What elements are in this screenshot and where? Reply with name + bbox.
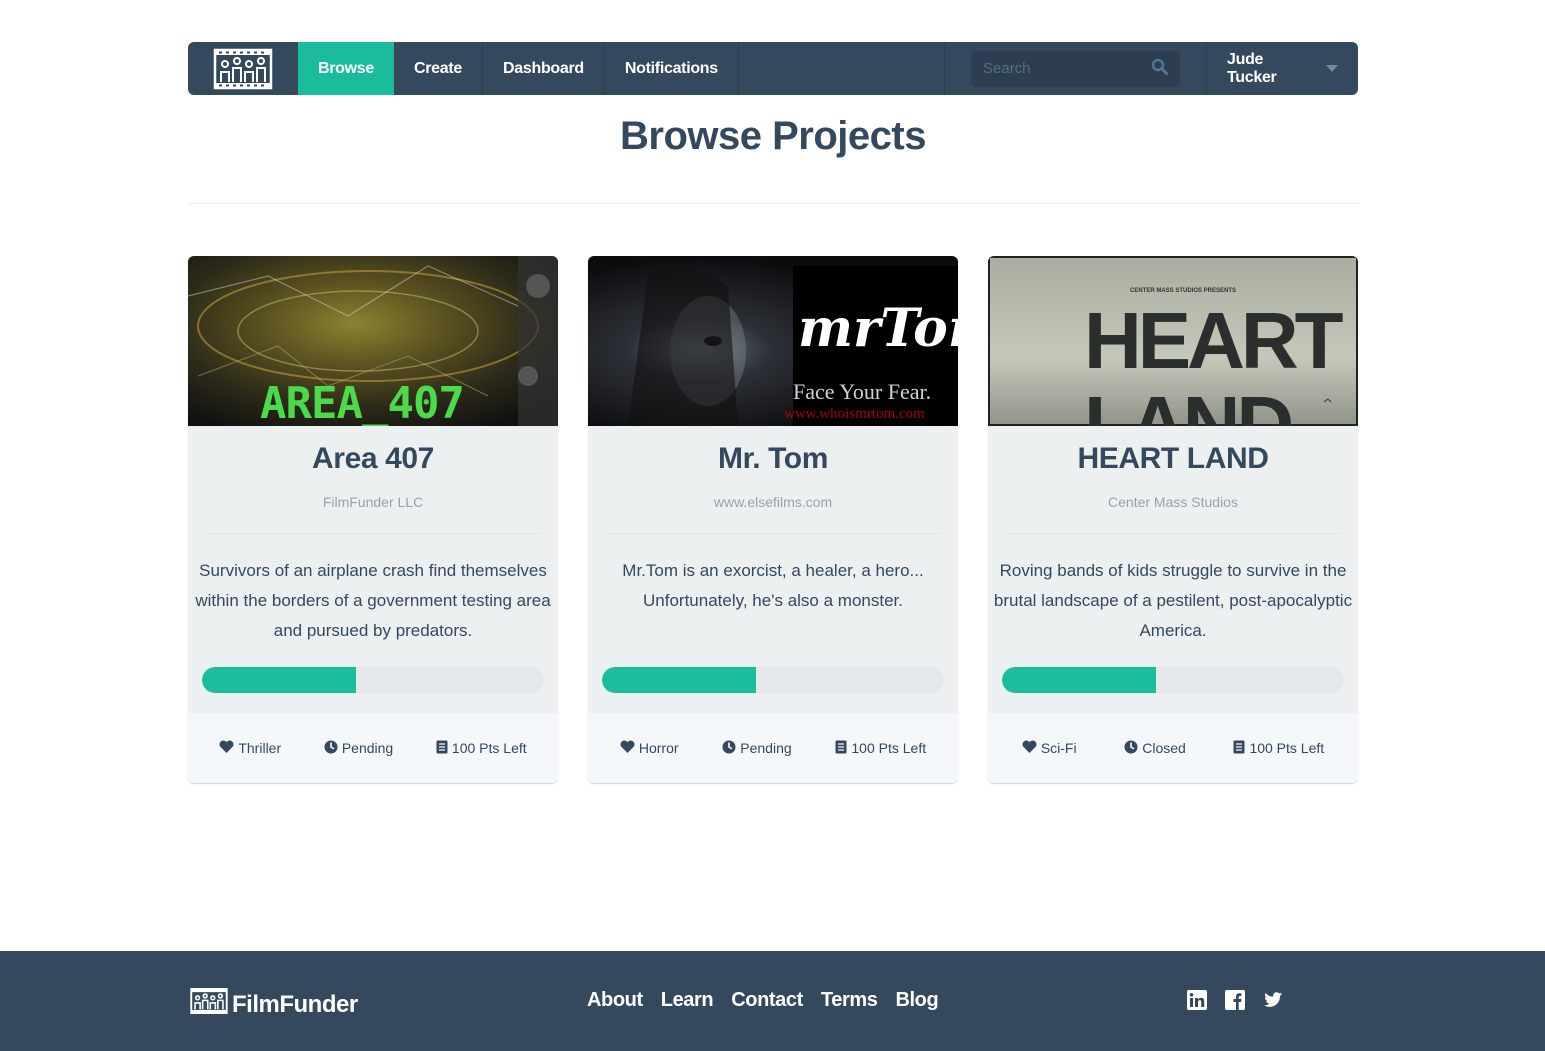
- heart-icon: [620, 740, 639, 756]
- card-footer: Sci-Fi Closed 100 Pts Left: [988, 713, 1358, 783]
- genre-meta: Thriller: [219, 740, 281, 756]
- project-card-heart-land[interactable]: CENTER MASS STUDIOS PRESENTS HEART LAND …: [988, 256, 1358, 783]
- card-divider: [1006, 533, 1340, 534]
- title-divider: [188, 203, 1358, 204]
- card-divider: [606, 533, 940, 534]
- status-meta: Pending: [722, 740, 792, 757]
- poster-url-text: www.whoismrtom.com: [784, 406, 925, 422]
- genre-meta: Horror: [620, 740, 679, 756]
- project-studio: Center Mass Studios: [1108, 494, 1238, 510]
- poster-tagline-text: Face Your Fear.: [793, 379, 931, 404]
- site-footer: FilmFunder About Learn Contact Terms Blo…: [0, 951, 1545, 1051]
- funding-progress-fill: [202, 667, 356, 693]
- clock-icon: [722, 740, 740, 757]
- funding-progress-bar: [202, 667, 544, 693]
- footer-link-blog[interactable]: Blog: [895, 989, 938, 1012]
- clock-icon: [324, 740, 342, 757]
- document-icon: [1233, 740, 1249, 757]
- heart-icon: [1022, 740, 1041, 756]
- genre-label: Horror: [638, 740, 679, 756]
- top-navbar: Browse Create Dashboard Notifications Ju…: [188, 42, 1358, 95]
- footer-link-terms[interactable]: Terms: [821, 989, 878, 1012]
- points-meta: 100 Pts Left: [835, 740, 926, 757]
- search-icon[interactable]: [1151, 58, 1168, 80]
- clock-icon: [1124, 740, 1142, 757]
- project-description: Survivors of an airplane crash find them…: [195, 561, 551, 640]
- points-meta: 100 Pts Left: [436, 740, 527, 757]
- user-menu[interactable]: Jude Tucker: [1207, 42, 1358, 95]
- genre-meta: Sci-Fi: [1022, 740, 1077, 756]
- heart-icon: [219, 740, 238, 756]
- project-poster-heart-land[interactable]: CENTER MASS STUDIOS PRESENTS HEART LAND: [988, 256, 1358, 426]
- footer-links: About Learn Contact Terms Blog: [587, 989, 939, 1012]
- points-label: 100 Pts Left: [851, 740, 927, 756]
- funding-progress-fill: [602, 667, 756, 693]
- poster-line2-text: LAND: [1084, 380, 1291, 426]
- poster-title-text: AREA_407: [260, 378, 464, 426]
- project-title[interactable]: HEART LAND: [988, 442, 1358, 476]
- genre-label: Sci-Fi: [1040, 740, 1077, 756]
- poster-line1-text: HEART: [1084, 296, 1344, 385]
- project-card-area-407[interactable]: AREA_407 Area 407 FilmFunder LLC Survivo…: [188, 256, 558, 783]
- status-label: Pending: [740, 740, 792, 756]
- status-label: Closed: [1142, 740, 1186, 756]
- page-title: Browse Projects: [620, 114, 926, 158]
- card-divider: [206, 533, 540, 534]
- twitter-icon[interactable]: [1262, 989, 1284, 1011]
- project-studio: www.elsefilms.com: [713, 494, 833, 510]
- project-studio: FilmFunder LLC: [322, 494, 424, 510]
- footer-link-contact[interactable]: Contact: [731, 989, 803, 1012]
- project-description: Roving bands of kids struggle to survive…: [993, 561, 1353, 640]
- linkedin-icon[interactable]: [1186, 989, 1208, 1011]
- status-meta: Pending: [324, 740, 393, 757]
- footer-link-learn[interactable]: Learn: [661, 989, 714, 1012]
- poster-kicker-text: CENTER MASS STUDIOS PRESENTS: [1130, 288, 1236, 294]
- chevron-down-icon: [1326, 65, 1338, 72]
- nav-create[interactable]: Create: [394, 42, 484, 95]
- funding-progress-bar: [1002, 667, 1344, 693]
- footer-brand[interactable]: FilmFunder: [190, 987, 358, 1022]
- project-description: Mr.Tom is an exorcist, a healer, a hero.…: [622, 561, 924, 610]
- funding-progress-bar: [602, 667, 944, 693]
- search-box: [971, 50, 1180, 87]
- footer-brand-name: FilmFunder: [232, 990, 358, 1018]
- document-icon: [436, 740, 452, 757]
- poster-logo-text: mrTom: [798, 298, 958, 359]
- nav-notifications[interactable]: Notifications: [605, 42, 739, 95]
- search-input[interactable]: [983, 60, 1151, 77]
- filmfunder-logo-icon: [190, 987, 232, 1022]
- funding-progress-fill: [1002, 667, 1156, 693]
- genre-label: Thriller: [238, 740, 282, 756]
- points-meta: 100 Pts Left: [1233, 740, 1324, 757]
- nav-dashboard[interactable]: Dashboard: [483, 42, 605, 95]
- project-card-mr-tom[interactable]: mrTom Face Your Fear. www.whoismrtom.com…: [588, 256, 958, 783]
- project-poster-area-407[interactable]: AREA_407: [188, 256, 558, 426]
- document-icon: [835, 740, 851, 757]
- facebook-icon[interactable]: [1224, 989, 1246, 1011]
- project-title[interactable]: Area 407: [188, 442, 558, 476]
- filmfunder-logo-icon[interactable]: [188, 42, 298, 95]
- nav-spacer: [739, 42, 945, 95]
- nav-search-container: [945, 42, 1207, 95]
- points-label: 100 Pts Left: [451, 740, 527, 756]
- card-footer: Horror Pending 100 Pts Left: [588, 713, 958, 783]
- points-label: 100 Pts Left: [1249, 740, 1325, 756]
- user-name: Jude Tucker: [1227, 50, 1277, 86]
- nav-browse[interactable]: Browse: [298, 42, 394, 95]
- footer-link-about[interactable]: About: [587, 989, 643, 1012]
- status-meta: Closed: [1124, 740, 1186, 757]
- social-links: [1186, 989, 1284, 1011]
- project-poster-mr-tom[interactable]: mrTom Face Your Fear. www.whoismrtom.com: [588, 256, 958, 426]
- project-title[interactable]: Mr. Tom: [588, 442, 958, 476]
- card-footer: Thriller Pending 100 Pts Left: [188, 713, 558, 783]
- status-label: Pending: [341, 740, 394, 756]
